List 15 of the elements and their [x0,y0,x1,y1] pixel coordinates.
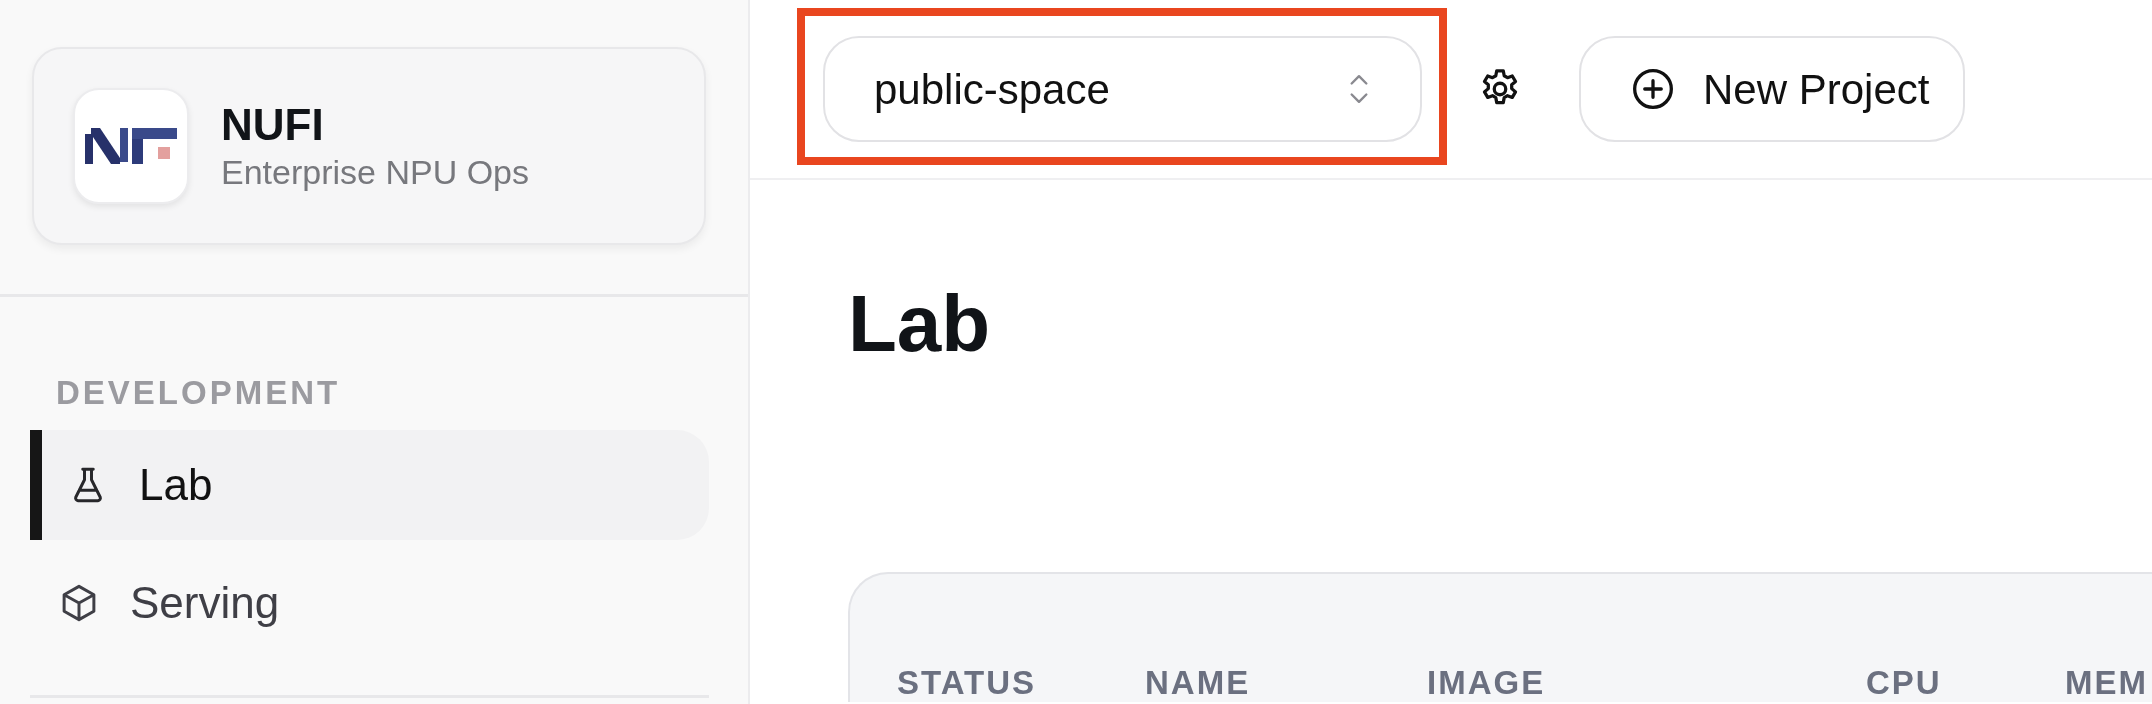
page-title: Lab [848,278,992,370]
project-selector[interactable]: public-space [823,36,1422,142]
column-header: STATUS [897,664,1037,701]
column-header: MEM [2065,664,2148,701]
column-header: IMAGE [1427,664,1546,701]
sidebar-item[interactable]: Serving [30,548,709,658]
column-header: NAME [1145,664,1251,701]
sidebar-item[interactable]: Lab [30,430,709,540]
logo-icon [85,126,177,166]
column-header: CPU [1866,664,1942,701]
section-label: DEVELOPMENT [56,373,342,413]
plus-circle-icon [1631,67,1675,111]
new-project-button[interactable]: New Project [1579,36,1966,142]
brand-name: NUFI [221,99,325,151]
brand-subtitle: Enterprise NPU Ops [221,152,529,193]
